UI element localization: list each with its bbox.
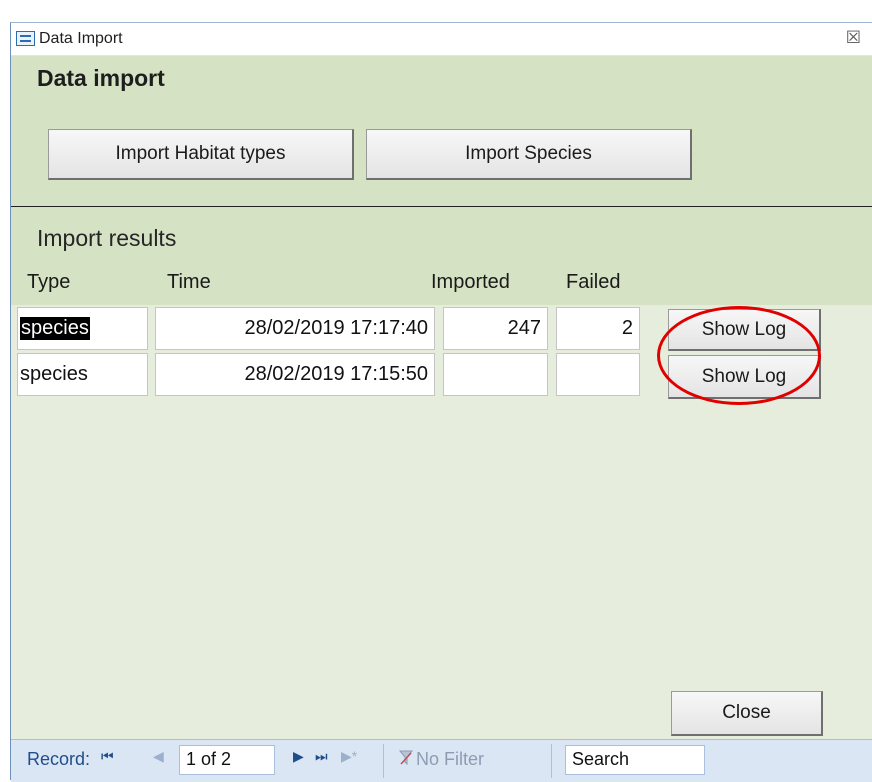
row1-type-value: species: [20, 317, 90, 340]
current-record-input[interactable]: 1 of 2: [179, 745, 275, 775]
import-results-title: Import results: [37, 225, 177, 251]
form-heading: Data import: [37, 65, 165, 91]
row2-failed-field[interactable]: [556, 353, 640, 396]
data-import-window: Data Import ☒ Data import Import Habitat…: [10, 22, 872, 782]
import-habitat-types-button[interactable]: Import Habitat types: [48, 129, 354, 180]
no-filter-button[interactable]: No Filter: [416, 749, 484, 770]
form-icon: [16, 31, 35, 46]
row1-failed-field[interactable]: 2: [556, 307, 640, 350]
search-input[interactable]: Search: [565, 745, 705, 775]
close-button[interactable]: Close: [671, 691, 823, 736]
row2-imported-field[interactable]: [443, 353, 548, 396]
first-record-icon[interactable]: ⏮: [101, 748, 114, 765]
next-record-icon[interactable]: ▶: [293, 748, 304, 765]
row1-show-log-button[interactable]: Show Log: [668, 309, 821, 351]
nav-separator: [383, 744, 384, 778]
row2-time-field[interactable]: 28/02/2019 17:15:50: [155, 353, 435, 396]
window-title: Data Import: [39, 30, 123, 47]
results-header: Import results Type Time Imported Failed: [11, 207, 872, 305]
last-record-icon[interactable]: ⏭: [315, 748, 328, 765]
previous-record-icon[interactable]: ◀: [153, 748, 164, 765]
row2-show-log-button[interactable]: Show Log: [668, 355, 821, 399]
record-label: Record:: [27, 749, 91, 769]
column-header-type: Type: [27, 271, 71, 293]
row1-time-field[interactable]: 28/02/2019 17:17:40: [155, 307, 435, 350]
form-header: Data import Import Habitat types Import …: [11, 56, 872, 207]
row1-imported-field[interactable]: 247: [443, 307, 548, 350]
column-header-failed: Failed: [566, 271, 621, 293]
title-bar: Data Import ☒: [11, 23, 872, 56]
import-species-button[interactable]: Import Species: [366, 129, 692, 180]
record-navigation-bar: Record: ⏮ ◀ 1 of 2 ▶ ⏭ ▶* No Filter Sear…: [11, 739, 872, 782]
filter-icon: [399, 750, 413, 766]
column-header-time: Time: [167, 271, 211, 293]
close-window-icon[interactable]: ☒: [846, 28, 861, 48]
new-record-icon[interactable]: ▶*: [341, 748, 357, 765]
nav-separator: [551, 744, 552, 778]
column-header-imported: Imported: [431, 271, 510, 293]
row2-type-field[interactable]: species: [17, 353, 148, 396]
row1-type-field[interactable]: species: [17, 307, 148, 350]
